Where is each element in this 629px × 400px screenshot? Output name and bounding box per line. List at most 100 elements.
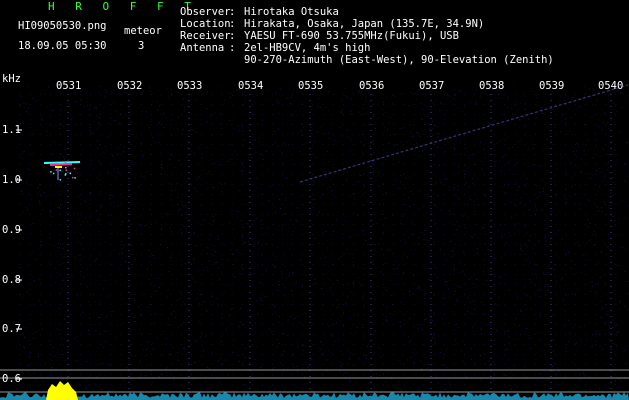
noise-pixel — [340, 365, 342, 367]
noise-pixel — [131, 190, 132, 192]
noise-pixel — [176, 367, 178, 369]
noise-pixel — [559, 101, 561, 103]
noise-pixel — [412, 146, 414, 148]
noise-pixel — [150, 120, 152, 122]
noise-pixel — [197, 146, 199, 148]
noise-pixel — [493, 243, 495, 245]
noise-pixel — [609, 201, 611, 203]
noise-pixel — [588, 200, 590, 202]
noise-pixel — [523, 95, 525, 97]
noise-pixel — [226, 259, 228, 261]
noise-pixel — [541, 209, 543, 211]
noise-pixel — [143, 293, 145, 295]
noise-pixel — [273, 306, 275, 308]
noise-pixel — [237, 125, 239, 127]
noise-pixel — [613, 246, 614, 248]
noise-pixel — [286, 288, 288, 290]
noise-pixel — [511, 217, 513, 219]
noise-pixel — [427, 197, 429, 199]
noise-pixel — [558, 384, 560, 386]
noise-pixel — [398, 161, 400, 163]
noise-pixel — [375, 180, 377, 182]
noise-pixel — [27, 209, 29, 211]
noise-pixel — [540, 354, 542, 356]
noise-pixel — [500, 256, 502, 258]
noise-pixel — [439, 110, 441, 112]
noise-pixel — [195, 190, 197, 192]
noise-pixel — [32, 153, 34, 155]
noise-pixel — [242, 171, 244, 173]
noise-pixel — [611, 332, 613, 334]
noise-pixel — [360, 285, 362, 287]
noise-pixel — [476, 313, 478, 315]
noise-pixel — [565, 350, 567, 352]
noise-pixel — [508, 336, 510, 338]
noise-pixel — [310, 388, 312, 390]
noise-pixel — [336, 299, 338, 301]
noise-pixel — [76, 335, 78, 337]
noise-pixel — [450, 240, 452, 242]
noise-pixel — [579, 208, 581, 210]
noise-pixel — [421, 289, 423, 291]
noise-pixel — [558, 285, 560, 287]
noise-pixel — [429, 129, 430, 131]
noise-pixel — [177, 359, 179, 361]
noise-pixel — [44, 362, 46, 364]
noise-pixel — [318, 347, 320, 349]
noise-pixel — [448, 189, 450, 191]
noise-pixel — [425, 293, 426, 295]
noise-pixel — [416, 142, 417, 144]
noise-pixel — [466, 181, 468, 183]
noise-pixel — [170, 257, 172, 258]
noise-pixel — [484, 195, 486, 197]
noise-pixel — [445, 335, 447, 337]
noise-pixel — [157, 278, 159, 279]
noise-pixel — [63, 284, 65, 286]
noise-pixel — [49, 116, 51, 118]
noise-pixel — [232, 264, 234, 266]
noise-pixel — [256, 346, 258, 348]
metadata-key-location: Location — [180, 18, 231, 30]
noise-pixel — [401, 289, 402, 291]
noise-pixel — [392, 214, 393, 216]
noise-pixel — [154, 322, 156, 324]
noise-pixel — [438, 133, 440, 135]
noise-pixel — [424, 230, 426, 231]
noise-pixel — [276, 246, 278, 248]
noise-pixel — [149, 382, 151, 384]
noise-pixel — [189, 183, 191, 185]
noise-pixel — [177, 394, 179, 396]
noise-pixel — [380, 214, 382, 216]
noise-pixel — [111, 91, 113, 93]
noise-pixel — [263, 166, 265, 168]
noise-pixel — [89, 130, 91, 132]
noise-pixel — [280, 362, 281, 364]
noise-pixel — [559, 154, 561, 155]
time-label: 0535 — [298, 80, 324, 92]
noise-pixel — [571, 134, 573, 136]
noise-pixel — [490, 325, 491, 327]
noise-pixel — [206, 270, 208, 271]
noise-pixel — [493, 146, 495, 148]
noise-pixel — [57, 272, 59, 273]
noise-pixel — [446, 110, 448, 112]
noise-pixel — [410, 190, 412, 192]
noise-pixel — [567, 134, 569, 136]
noise-pixel — [59, 204, 61, 206]
noise-pixel — [120, 298, 122, 300]
noise-pixel — [340, 111, 342, 113]
noise-pixel — [496, 355, 498, 357]
noise-pixel — [449, 280, 451, 282]
noise-pixel — [244, 203, 246, 205]
noise-pixel — [45, 195, 47, 197]
noise-pixel — [348, 283, 349, 285]
noise-pixel — [312, 199, 314, 201]
noise-pixel — [167, 295, 169, 297]
noise-pixel — [50, 276, 52, 278]
noise-pixel — [388, 142, 390, 144]
noise-pixel — [261, 227, 263, 229]
noise-pixel — [397, 149, 399, 151]
noise-pixel — [177, 116, 179, 118]
noise-pixel — [34, 381, 36, 383]
noise-pixel — [350, 379, 351, 381]
